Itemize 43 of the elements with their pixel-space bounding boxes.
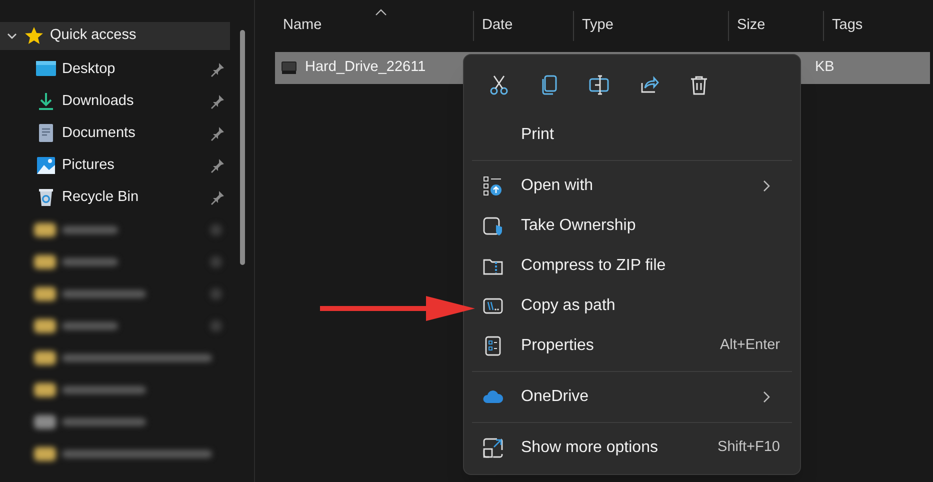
menu-item[interactable]: Compress to ZIP file <box>468 246 796 286</box>
quick-access-item[interactable]: Quick access <box>0 22 230 50</box>
drive-icon <box>281 61 297 75</box>
shortcut-text: Shift+F10 <box>718 438 780 458</box>
shortcut-text: Alt+Enter <box>720 336 780 356</box>
sidebar-item[interactable]: Documents <box>0 118 232 150</box>
apps-upload-icon <box>483 176 503 196</box>
path-icon <box>483 296 503 316</box>
blurred-label <box>62 226 118 234</box>
recycle-bin-icon <box>36 188 56 208</box>
column-header[interactable]: Tags <box>824 11 924 41</box>
download-icon <box>36 92 56 112</box>
shield-icon <box>483 216 503 236</box>
sort-caret-icon <box>375 8 387 16</box>
menu-item[interactable]: Print <box>468 115 796 155</box>
menu-item[interactable]: Show more options Shift+F10 <box>468 428 796 468</box>
rename-icon <box>589 75 609 95</box>
scissors-icon <box>489 75 509 95</box>
document-icon <box>36 124 56 144</box>
sidebar-item[interactable]: Desktop <box>0 54 232 86</box>
sidebar-item[interactable]: Recycle Bin <box>0 182 232 214</box>
trash-icon <box>689 75 709 95</box>
properties-icon <box>483 336 503 356</box>
file-size: KB <box>815 58 834 78</box>
column-header[interactable]: Name <box>275 11 474 41</box>
column-header[interactable]: Size <box>729 11 824 41</box>
menu-item[interactable]: OneDrive <box>468 377 796 417</box>
scrollbar[interactable] <box>240 30 245 265</box>
menu-item[interactable]: Properties Alt+Enter <box>468 326 796 366</box>
picture-icon <box>36 156 56 176</box>
column-header[interactable]: Type <box>574 11 729 41</box>
star-icon <box>24 26 44 46</box>
menu-item[interactable]: Copy as path <box>468 286 796 326</box>
menu-item[interactable]: Take Ownership <box>468 206 796 246</box>
sidebar-item[interactable]: Pictures <box>0 150 232 182</box>
expand-icon <box>483 438 503 458</box>
column-header[interactable]: Date <box>474 11 574 41</box>
blurred-label <box>62 258 118 266</box>
file-name: Hard_Drive_22611 <box>305 58 427 78</box>
sidebar-item[interactable]: Downloads <box>0 86 232 118</box>
menu-item[interactable]: Open with <box>468 166 796 206</box>
share-icon <box>639 75 659 95</box>
blurred-label <box>62 322 118 330</box>
